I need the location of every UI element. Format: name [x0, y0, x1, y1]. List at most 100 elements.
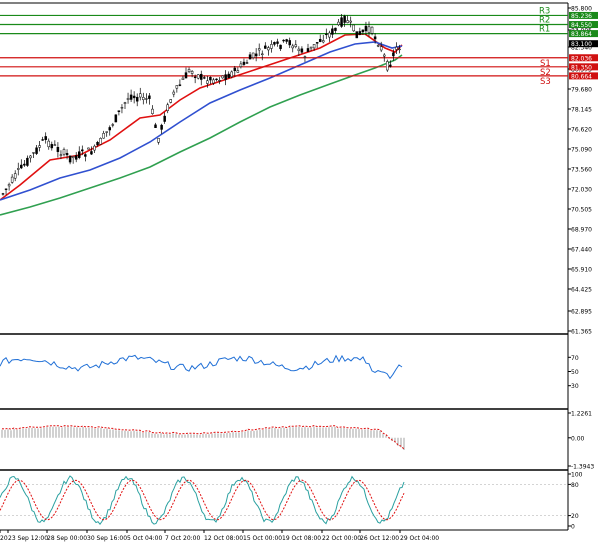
candle-bullish: [157, 138, 160, 143]
time-tick-label: 15 Oct 00:00: [243, 535, 282, 542]
candle-bullish: [395, 46, 398, 50]
candle-bearish: [203, 77, 206, 79]
candle-bullish: [29, 155, 32, 159]
candle-bearish: [227, 73, 230, 79]
price-tick-label: 78.145: [571, 107, 592, 114]
candle-bearish: [108, 127, 111, 131]
candle-bullish: [297, 48, 301, 51]
candle-bearish: [44, 136, 47, 140]
candle-bearish: [84, 154, 87, 157]
candle-bearish: [279, 44, 282, 50]
candle-bearish: [288, 40, 291, 46]
candle-bullish: [139, 93, 142, 98]
candle-bearish: [254, 53, 258, 57]
price-tick-label: 61.365: [571, 329, 592, 336]
candle-bearish: [65, 153, 69, 156]
candle-bearish: [264, 45, 267, 49]
candle-bearish: [20, 164, 23, 169]
level-price-tags: 85.236 84.550 83.864 82.036 81.350 80.664 83.1…: [569, 11, 598, 80]
price-tick-label: 73.560: [571, 167, 592, 174]
macd-tick-label: -1.3943: [571, 464, 594, 471]
level-label-s3: S3: [540, 77, 551, 87]
level-tag-text: 83.864: [571, 31, 592, 38]
level-label-r1: R1: [539, 25, 550, 35]
candle-bearish: [209, 77, 212, 81]
candle-bullish: [251, 52, 255, 58]
candle-bearish: [245, 62, 249, 64]
candle-bullish: [386, 61, 389, 71]
candle-bearish: [325, 33, 328, 36]
candle-bearish: [129, 94, 133, 100]
candle-bullish: [230, 71, 233, 78]
price-tick-label: 65.910: [571, 267, 592, 274]
candle-bearish: [148, 95, 151, 99]
candle-bullish: [257, 48, 261, 51]
current-price-tag: 83.100: [571, 41, 592, 48]
candle-bullish: [383, 54, 386, 57]
candle-bearish: [117, 110, 121, 112]
candle-bearish: [200, 73, 203, 80]
level-tag-text: 81.350: [571, 64, 592, 71]
stoch-tick-label: 80: [571, 482, 579, 489]
candle-bullish: [187, 69, 191, 73]
candle-bullish: [346, 20, 349, 23]
price-tick-label: 68.970: [571, 227, 592, 234]
candle-bearish: [41, 139, 44, 141]
time-tick-label: 7 Oct 20:00: [165, 535, 200, 542]
level-tag-text: 85.236: [571, 13, 592, 20]
candle-bearish: [355, 31, 359, 39]
level-tag-text: 80.664: [571, 73, 592, 80]
candle-bullish: [218, 79, 221, 82]
candle-bullish: [196, 74, 200, 79]
stoch-tick-label: 0: [571, 524, 575, 531]
price-tick-label: 79.680: [571, 87, 592, 94]
candle-bullish: [367, 26, 371, 33]
time-tick-label: 30 Sep 16:00: [87, 535, 127, 542]
candle-bearish: [193, 76, 197, 78]
candle-bullish: [291, 45, 294, 49]
candle-bearish: [340, 17, 343, 27]
candle-bearish: [50, 144, 54, 149]
candle-bullish: [7, 184, 11, 187]
candle-bullish: [261, 53, 264, 56]
candle-bullish: [303, 56, 307, 58]
candle-bullish: [71, 156, 75, 159]
candle-bullish: [312, 44, 316, 49]
candle-bearish: [373, 36, 377, 40]
candle-bearish: [154, 124, 157, 128]
candle-bearish: [81, 149, 84, 152]
candle-bullish: [105, 131, 108, 133]
candle-bearish: [361, 29, 365, 33]
candle-bearish: [224, 74, 227, 80]
candle-bearish: [276, 41, 279, 44]
candle-bullish: [175, 85, 179, 89]
candle-bullish: [32, 152, 35, 154]
rsi-tick-label: 70: [571, 355, 579, 362]
rsi-tick-label: 50: [571, 369, 579, 376]
candle-bearish: [233, 67, 237, 71]
candle-bullish: [239, 63, 243, 67]
candle-bullish: [328, 32, 331, 38]
candle-bullish: [38, 145, 41, 148]
macd-tick-label: 1.2261: [571, 411, 592, 418]
candle-bullish: [270, 44, 273, 49]
candle-bearish: [68, 155, 72, 163]
candle-bullish: [10, 176, 14, 183]
candle-bullish: [370, 26, 374, 34]
candle-bearish: [135, 96, 139, 102]
candle-bearish: [331, 28, 334, 35]
price-tick-label: 62.895: [571, 309, 592, 316]
price-tick-label: 64.425: [571, 287, 592, 294]
candle-bullish: [145, 98, 148, 100]
stoch-tick-label: 100: [571, 472, 583, 479]
candle-bullish: [379, 46, 383, 51]
candle-bullish: [322, 40, 325, 43]
candle-bullish: [102, 133, 105, 139]
time-tick-label: 19 Oct 08:00: [282, 535, 321, 542]
candle-bullish: [190, 71, 194, 74]
rsi-tick-label: 30: [571, 383, 579, 390]
candle-bullish: [62, 149, 66, 155]
candle-bullish: [47, 140, 50, 148]
candle-bullish: [349, 20, 352, 23]
candle-bearish: [35, 147, 38, 154]
